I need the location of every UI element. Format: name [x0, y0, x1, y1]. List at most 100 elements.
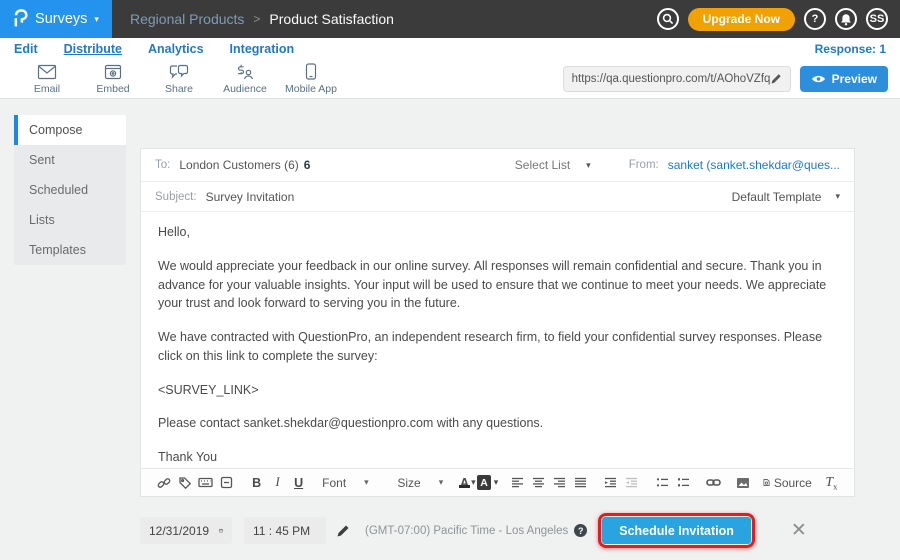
decrease-indent-button[interactable]	[621, 472, 642, 494]
compose-card: To: London Customers (6) 6 Select List ▾…	[140, 148, 855, 497]
distribute-share-button[interactable]: Share	[146, 64, 212, 95]
justify-icon	[574, 477, 587, 488]
help-button[interactable]: ?	[804, 8, 826, 30]
distribute-embed-button[interactable]: Embed	[80, 64, 146, 95]
mobile-app-icon	[305, 63, 317, 80]
distribute-mobile-app-button[interactable]: Mobile App	[278, 63, 344, 95]
keyboard-icon	[198, 477, 213, 488]
font-family-select[interactable]: Font ▾	[318, 476, 384, 490]
outdent-icon	[625, 477, 638, 488]
question-mark-icon: ?	[578, 526, 584, 536]
product-label: Surveys	[35, 11, 87, 27]
body-paragraph: We have contracted with QuestionPro, an …	[158, 328, 837, 366]
bulleted-list-button[interactable]	[652, 472, 673, 494]
audience-icon	[235, 64, 255, 80]
insert-button-button[interactable]	[216, 472, 237, 494]
tab-integration[interactable]: Integration	[230, 42, 295, 56]
avatar-initials: SS	[870, 13, 885, 25]
from-sender-link[interactable]: sanket (sanket.shekdar@ques...	[668, 158, 840, 172]
survey-url-text: https://qa.questionpro.com/t/AOhoVZfqml	[572, 73, 770, 85]
font-size-select[interactable]: Size ▾	[393, 476, 447, 490]
preview-button[interactable]: Preview	[800, 66, 888, 92]
align-left-button[interactable]	[507, 472, 528, 494]
source-label: Source	[774, 476, 812, 490]
insert-field-button[interactable]	[195, 472, 216, 494]
breadcrumb-survey-link[interactable]: Regional Products	[130, 11, 244, 27]
to-recipient-count[interactable]: 6	[304, 158, 311, 172]
background-color-button[interactable]: A ▾	[477, 472, 498, 494]
source-button[interactable]: Source	[763, 472, 812, 494]
merge-tag-button[interactable]	[174, 472, 195, 494]
select-list-dropdown[interactable]: Select List ▾	[515, 158, 591, 172]
from-group: From: sanket (sanket.shekdar@ques...	[629, 158, 840, 172]
distribute-toolbar: Email Embed Share Audience	[0, 60, 900, 99]
insert-link-button[interactable]	[703, 472, 724, 494]
text-color-button[interactable]: A ▾	[456, 472, 477, 494]
align-right-button[interactable]	[549, 472, 570, 494]
schedule-time-picker[interactable]: 11 : 45 PM	[244, 517, 326, 544]
edit-time-button[interactable]	[336, 524, 350, 538]
search-button[interactable]	[657, 8, 679, 30]
subject-input[interactable]: Survey Invitation	[206, 190, 295, 204]
numbered-list-button[interactable]	[673, 472, 694, 494]
from-label: From:	[629, 159, 659, 171]
italic-button[interactable]: I	[267, 472, 288, 494]
schedule-invitation-button[interactable]: Schedule Invitation	[602, 517, 751, 544]
select-list-label: Select List	[515, 158, 570, 172]
remove-format-button[interactable]: Tx	[821, 472, 842, 494]
distribute-audience-button[interactable]: Audience	[212, 64, 278, 95]
sidebar-item-lists[interactable]: Lists	[14, 205, 126, 235]
bold-button[interactable]: B	[246, 472, 267, 494]
response-count-link[interactable]: Response: 1	[815, 42, 886, 56]
schedule-controls: 12/31/2019 11 : 45 PM (GMT-07:00) Pacifi…	[140, 513, 807, 548]
user-avatar[interactable]: SS	[866, 8, 888, 30]
edit-url-pencil-icon[interactable]	[770, 73, 782, 85]
survey-url-field[interactable]: https://qa.questionpro.com/t/AOhoVZfqml	[563, 66, 791, 92]
timezone-help-button[interactable]: ?	[574, 524, 587, 537]
align-center-icon	[532, 477, 545, 488]
pencil-icon	[336, 524, 350, 538]
align-right-icon	[553, 477, 566, 488]
notifications-button[interactable]	[835, 8, 857, 30]
insert-survey-link-button[interactable]	[153, 472, 174, 494]
increase-indent-button[interactable]	[600, 472, 621, 494]
sidebar-item-scheduled[interactable]: Scheduled	[14, 175, 126, 205]
schedule-button-highlight: Schedule Invitation	[598, 513, 755, 548]
body-paragraph: <SURVEY_LINK>	[158, 381, 837, 400]
font-select-label: Font	[322, 476, 346, 490]
email-body-editor[interactable]: Hello, We would appreciate your feedback…	[141, 212, 854, 469]
sidebar-item-templates[interactable]: Templates	[14, 235, 126, 265]
chain-link-icon	[157, 476, 171, 490]
surveys-product-menu[interactable]: Surveys ▾	[0, 0, 112, 38]
distribute-email-button[interactable]: Email	[14, 64, 80, 95]
insert-image-button[interactable]	[733, 472, 754, 494]
chevron-down-icon: ▾	[439, 478, 444, 487]
sidebar-item-sent[interactable]: Sent	[14, 145, 126, 175]
align-center-button[interactable]	[528, 472, 549, 494]
schedule-date-value: 12/31/2019	[149, 524, 209, 538]
breadcrumb: Regional Products > Product Satisfaction	[130, 11, 394, 27]
tab-distribute[interactable]: Distribute	[64, 42, 122, 56]
underline-button[interactable]: U	[288, 472, 309, 494]
sidebar-item-compose[interactable]: Compose	[14, 115, 126, 145]
chevron-down-icon: ▾	[94, 15, 99, 24]
tab-edit[interactable]: Edit	[14, 42, 38, 56]
template-dropdown[interactable]: Default Template ▾	[732, 190, 840, 204]
to-recipient-list[interactable]: London Customers (6)	[179, 158, 298, 172]
close-schedule-button[interactable]: ✕	[791, 521, 807, 540]
email-sidebar: Compose Sent Scheduled Lists Templates	[14, 115, 126, 265]
search-icon	[662, 13, 674, 25]
bulleted-list-icon	[656, 477, 669, 488]
numbered-list-icon	[677, 477, 690, 488]
template-label: Default Template	[732, 190, 822, 204]
upgrade-now-button[interactable]: Upgrade Now	[688, 8, 795, 31]
tab-analytics[interactable]: Analytics	[148, 42, 204, 56]
schedule-date-picker[interactable]: 12/31/2019	[140, 517, 232, 544]
bell-icon	[840, 13, 852, 26]
distribute-item-label: Email	[34, 83, 60, 95]
justify-button[interactable]	[570, 472, 591, 494]
chevron-down-icon: ▾	[586, 161, 591, 170]
remove-format-icon: Tx	[826, 474, 838, 492]
align-left-icon	[511, 477, 524, 488]
questionpro-app: Surveys ▾ Regional Products > Product Sa…	[0, 0, 900, 560]
